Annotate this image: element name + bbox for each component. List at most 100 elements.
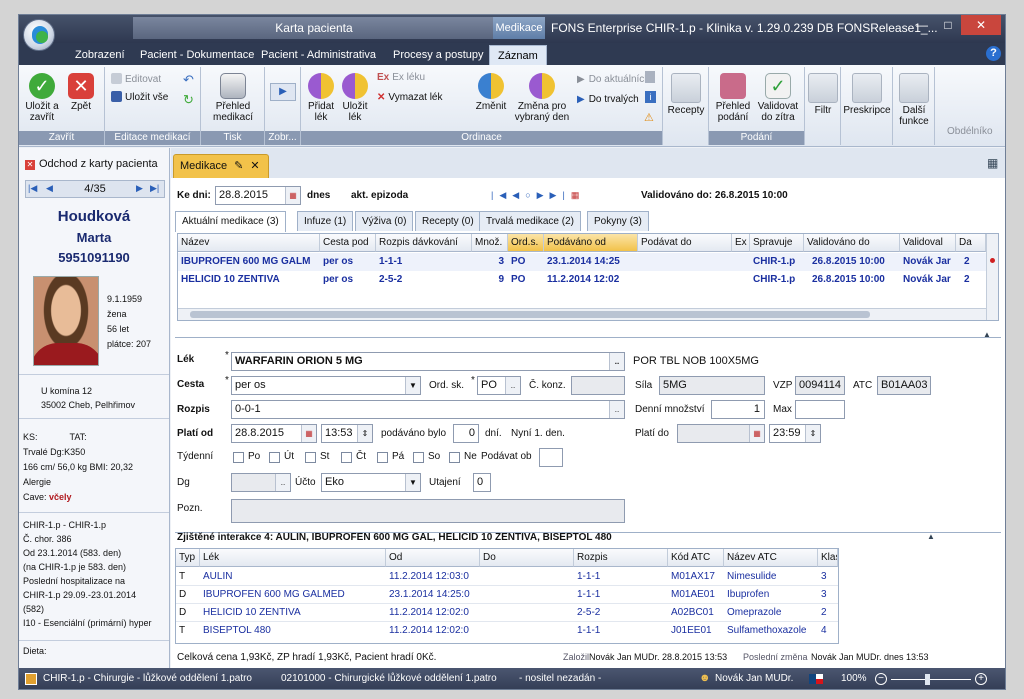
spinner-icon[interactable]: ⇕: [805, 425, 820, 442]
minimize-icon[interactable]: —: [909, 15, 935, 35]
daily-amount-input[interactable]: 1: [711, 400, 765, 419]
first-icon[interactable]: |◀: [491, 190, 512, 200]
calendar-icon[interactable]: ▦: [285, 187, 300, 204]
atc-input[interactable]: B01AA03: [877, 376, 931, 395]
ellipsis-icon[interactable]: ..: [609, 353, 624, 370]
to-current-button[interactable]: ▶ Do aktuálních: [577, 73, 650, 87]
col-header[interactable]: Do: [480, 549, 574, 567]
preskripce-button[interactable]: Preskripce: [843, 73, 891, 116]
col-header[interactable]: Podáváno od: [544, 234, 638, 252]
checkbox-ut[interactable]: [269, 452, 280, 463]
change-button[interactable]: Změnit: [471, 73, 511, 112]
col-header[interactable]: Množ.: [472, 234, 508, 252]
last-icon[interactable]: ▶|: [150, 183, 159, 194]
delete-drug-button[interactable]: ✕ Vymazat lék: [377, 91, 442, 105]
zoom-slider[interactable]: [891, 679, 971, 680]
checkbox-po[interactable]: [233, 452, 244, 463]
chevron-down-icon[interactable]: ▼: [405, 377, 420, 394]
ellipsis-icon[interactable]: ..: [275, 474, 290, 491]
layout-icon[interactable]: ▦: [987, 156, 1001, 170]
col-header[interactable]: Ex: [732, 234, 750, 252]
note-input[interactable]: [231, 499, 625, 523]
save-close-button[interactable]: ✓ Uložit a zavřít: [23, 73, 61, 123]
today-label[interactable]: dnes: [307, 186, 330, 205]
filter-button[interactable]: Filtr: [807, 73, 839, 116]
status-user[interactable]: Novák Jan MUDr.: [715, 673, 793, 684]
col-header[interactable]: Klas: [818, 549, 838, 567]
back-button[interactable]: ✕ Zpět: [63, 73, 99, 112]
col-header[interactable]: Da: [956, 234, 986, 252]
account-select[interactable]: Eko ▼: [321, 473, 421, 492]
collapse-icon[interactable]: ▲: [927, 532, 935, 541]
to-permanent-button[interactable]: ▶ Do trvalých: [577, 93, 639, 107]
recepty-button[interactable]: Recepty: [667, 73, 705, 116]
validate-button[interactable]: ✓ Validovat do zítra: [755, 73, 801, 123]
tab-close-icon[interactable]: ✕: [250, 160, 259, 172]
vzp-input[interactable]: 0094114: [795, 376, 845, 395]
ribbon-tab-procesy[interactable]: Procesy a postupy: [385, 45, 492, 65]
last-icon[interactable]: ▶|: [550, 190, 571, 200]
first-icon[interactable]: |◀: [28, 183, 37, 194]
schedule-input[interactable]: 0-0-1..: [231, 400, 625, 419]
table-row[interactable]: IBUPROFEN 600 MG GALM per os 1-1-1 3 PO …: [178, 253, 986, 271]
table-row[interactable]: D IBUPROFEN 600 MG GALMED 23.1.2014 14:2…: [176, 586, 838, 604]
route-select[interactable]: per os ▼: [231, 376, 421, 395]
every-other-input[interactable]: [539, 448, 563, 467]
col-header[interactable]: Typ: [176, 549, 200, 567]
col-header[interactable]: Kód ATC: [668, 549, 724, 567]
table-row[interactable]: T AULIN 11.2.2014 12:03:0 1-1-1 M01AX17 …: [176, 568, 838, 586]
status-department[interactable]: CHIR-1.p - Chirurgie - lůžkové oddělení …: [43, 673, 252, 684]
refresh-icon[interactable]: ↻: [183, 93, 194, 107]
collapse-icon[interactable]: ▲: [983, 330, 991, 339]
col-header[interactable]: Cesta pod: [320, 234, 376, 252]
zoom-in-icon[interactable]: +: [975, 673, 987, 685]
status-nurse[interactable]: - nositel nezadán -: [519, 673, 601, 684]
checkbox-pa[interactable]: [377, 452, 388, 463]
dg-input[interactable]: ..: [231, 473, 291, 492]
col-header[interactable]: Podávat do: [638, 234, 732, 252]
change-day-button[interactable]: Změna pro vybraný den: [513, 73, 571, 123]
prev-icon[interactable]: ◀: [46, 183, 53, 194]
date-input[interactable]: 28.8.2015 ▦: [215, 186, 301, 205]
print-overview-button[interactable]: Přehled medikací: [207, 73, 259, 123]
edit-button[interactable]: Editovat: [111, 73, 161, 87]
checkbox-st[interactable]: [305, 452, 316, 463]
given-input[interactable]: 0: [453, 424, 479, 443]
next-icon[interactable]: ▶: [537, 190, 550, 200]
prehled-podani-button[interactable]: Přehled podání: [711, 73, 755, 123]
context-tab-karta-pacienta[interactable]: Karta pacienta: [133, 17, 495, 39]
trash-icon[interactable]: [645, 71, 655, 83]
calendar-icon[interactable]: ▦: [301, 425, 316, 442]
ribbon-tab-pacient-administrativa[interactable]: Pacient - Administrativa: [253, 45, 384, 65]
valid-to-date[interactable]: ▦: [677, 424, 765, 443]
ex-drug-button[interactable]: Ex Ex léku: [377, 71, 425, 85]
valid-from-time[interactable]: 13:53 ⇕: [321, 424, 373, 443]
tab-infuze[interactable]: Infuze (1): [297, 211, 354, 231]
table-row[interactable]: HELICID 10 ZENTIVA per os 2-5-2 9 PO 11.…: [178, 271, 986, 289]
play-icon[interactable]: ▶: [270, 83, 296, 101]
calendar-icon[interactable]: ▦: [571, 190, 586, 200]
ribbon-tab-pacient-dokumentace[interactable]: Pacient - Dokumentace: [132, 45, 262, 65]
horizontal-scrollbar[interactable]: [178, 308, 986, 320]
checkbox-so[interactable]: [413, 452, 424, 463]
col-header[interactable]: Validováno do: [804, 234, 900, 252]
calendar-icon[interactable]: ▦: [749, 425, 764, 442]
table-row[interactable]: D HELICID 10 ZENTIVA 11.2.2014 12:02:0 2…: [176, 604, 838, 622]
ellipsis-icon[interactable]: ..: [609, 401, 624, 418]
undo-icon[interactable]: ↶: [183, 73, 194, 87]
save-drug-button[interactable]: Uložit lék: [339, 73, 371, 123]
col-header[interactable]: Spravuje: [750, 234, 804, 252]
maximize-icon[interactable]: □: [935, 15, 961, 35]
strength-input[interactable]: 5MG: [659, 376, 765, 395]
close-icon[interactable]: ✕: [961, 15, 1001, 35]
tab-recepty[interactable]: Recepty (0): [415, 211, 481, 231]
ellipsis-icon[interactable]: ..: [505, 377, 520, 394]
col-header[interactable]: Rozpis dávkování: [376, 234, 472, 252]
more-functions-button[interactable]: Další funkce: [895, 73, 933, 127]
splitter[interactable]: [175, 337, 1001, 338]
tab-vyziva[interactable]: Výživa (0): [355, 211, 414, 231]
warning-icon[interactable]: ⚠: [644, 111, 656, 124]
secrecy-input[interactable]: 0: [473, 473, 491, 492]
col-header[interactable]: Rozpis: [574, 549, 668, 567]
tab-aktualni-medikace[interactable]: Aktuální medikace (3): [175, 211, 286, 232]
